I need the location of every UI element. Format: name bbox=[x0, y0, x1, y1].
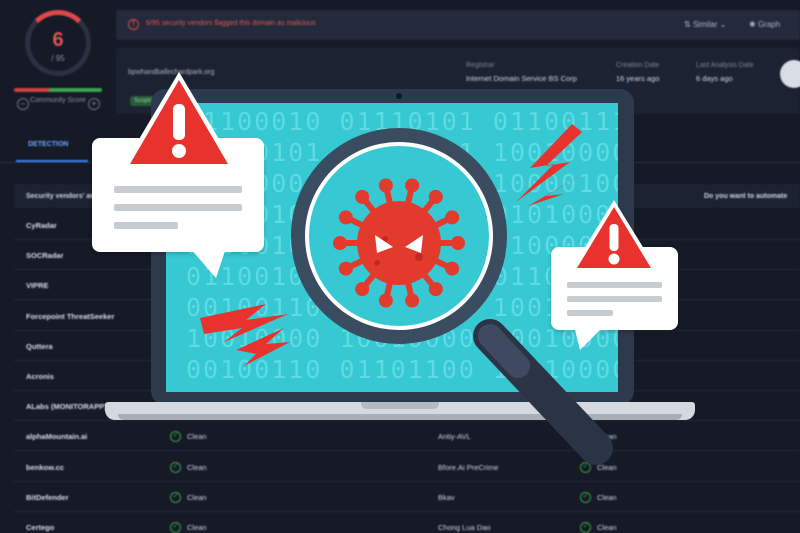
popup-text-line bbox=[114, 204, 242, 211]
popup-text-line bbox=[114, 222, 178, 229]
magnifier-lens bbox=[282, 119, 516, 353]
malware-scan-illustration: 01100010 01110101 0110011110000101 01000… bbox=[0, 0, 800, 533]
magnifier-handle bbox=[500, 330, 630, 470]
webcam-icon bbox=[396, 93, 402, 99]
warning-triangle-icon bbox=[122, 72, 236, 171]
popup-left-tail bbox=[190, 248, 226, 278]
popup-text-line bbox=[114, 186, 242, 193]
